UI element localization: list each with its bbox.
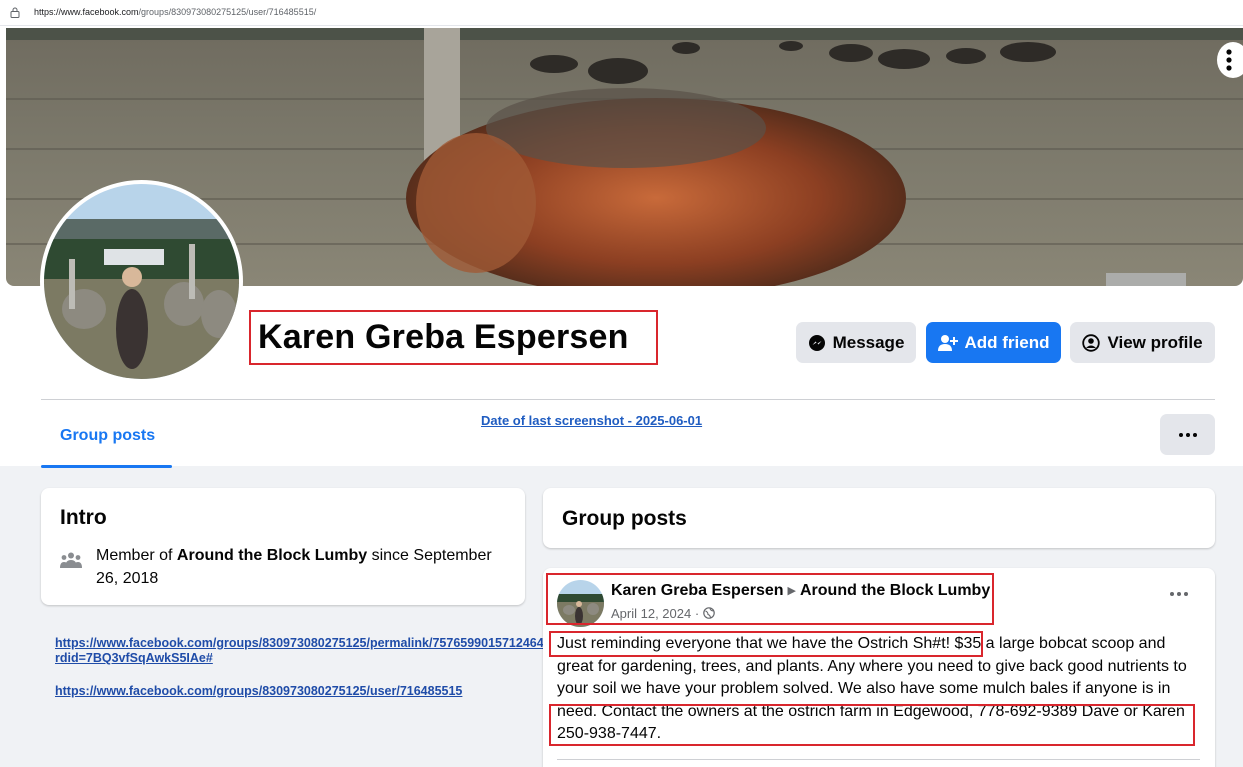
profile-name: Karen Greba Espersen — [258, 318, 629, 356]
intro-title: Intro — [60, 506, 107, 529]
tab-group-posts[interactable]: Group posts — [41, 411, 172, 468]
post-card: Karen Greba Espersen ▶ Around the Block Lu… — [543, 568, 1215, 767]
more-dots-icon — [1178, 432, 1183, 437]
post-options-icon[interactable] — [1170, 592, 1188, 596]
active-tab-indicator — [41, 465, 172, 468]
group-link[interactable]: Around the Block Lumby — [177, 547, 367, 564]
view-profile-button[interactable]: View profile — [1070, 322, 1215, 363]
caret-right-icon: ▶ — [787, 585, 796, 597]
message-label: Message — [832, 332, 905, 352]
profile-circle-icon — [1082, 333, 1101, 352]
post-divider — [557, 759, 1200, 760]
post-author-name[interactable]: Karen Greba Espersen — [611, 582, 784, 599]
globe-icon — [702, 607, 715, 619]
view-profile-label: View profile — [1107, 332, 1203, 352]
post-highlight-box-1 — [549, 631, 983, 657]
profile-avatar[interactable] — [40, 180, 243, 383]
lock-icon — [10, 7, 20, 18]
tab-group-posts-label: Group posts — [60, 427, 156, 444]
browser-url-bar[interactable]: https://www.facebook.com/groups/83097308… — [0, 0, 1243, 26]
permalink-link[interactable]: https://www.facebook.com/groups/83097308… — [55, 636, 555, 666]
url-text: https://www.facebook.com/groups/83097308… — [34, 7, 317, 17]
post-author-line: Karen Greba Espersen ▶ Around the Block Lu… — [611, 582, 990, 600]
vertical-dots-icon — [1226, 49, 1232, 71]
user-page-link[interactable]: https://www.facebook.com/groups/83097308… — [55, 684, 495, 699]
add-friend-button[interactable]: Add friend — [926, 322, 1061, 363]
cover-menu-button[interactable] — [1217, 42, 1243, 78]
post-timestamp[interactable]: April 12, 2024 · — [611, 606, 715, 621]
messenger-icon — [808, 334, 825, 351]
add-person-icon — [937, 334, 958, 351]
post-group-name[interactable]: Around the Block Lumby — [800, 582, 990, 599]
more-options-button[interactable] — [1160, 414, 1215, 455]
group-members-icon — [60, 552, 82, 568]
group-posts-title: Group posts — [562, 507, 687, 530]
intro-card: Intro Member of Around the Block Lumby s… — [41, 488, 525, 605]
message-button[interactable]: Message — [796, 322, 916, 363]
header-divider — [41, 399, 1215, 400]
membership-info: Member of Around the Block Lumby since S… — [96, 547, 492, 587]
group-posts-header-card: Group posts — [543, 488, 1215, 548]
avatar-image — [44, 184, 239, 379]
post-highlight-box-2 — [549, 704, 1195, 746]
screenshot-date-annotation[interactable]: Date of last screenshot - 2025-06-01 — [481, 413, 702, 428]
add-friend-label: Add friend — [964, 332, 1050, 352]
